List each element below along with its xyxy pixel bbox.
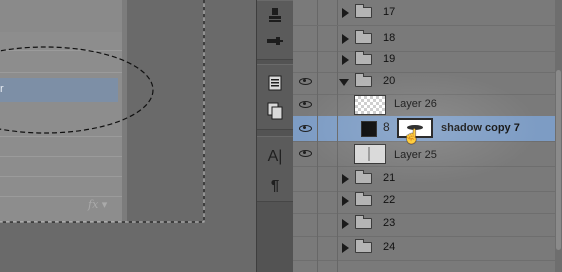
layer-name: 21 — [383, 172, 396, 184]
layer-group-row[interactable]: 23 — [293, 211, 555, 237]
layer-thumbnail — [361, 121, 377, 137]
visibility-toggle[interactable] — [293, 211, 318, 236]
visibility-toggle[interactable] — [293, 0, 318, 25]
layer-thumbnail — [354, 95, 386, 115]
tool-group-2 — [257, 64, 293, 130]
folder-icon — [355, 170, 372, 184]
layer-name: Layer 26 — [394, 98, 437, 110]
tool-group-1 — [257, 0, 293, 60]
layer-row-partial[interactable] — [293, 259, 555, 272]
layer-name: Layer 25 — [394, 149, 437, 161]
layer-group-row[interactable]: 24 — [293, 235, 555, 261]
layer-comps-icon[interactable] — [257, 71, 293, 95]
tool-group-3: A| ¶ — [257, 136, 293, 202]
paragraph-icon[interactable]: ¶ — [257, 173, 293, 197]
canvas-area[interactable]: r fx ▾ — [0, 0, 256, 272]
layer-row-selected[interactable]: 8 ☝ shadow copy 7 — [293, 116, 555, 144]
layer-row[interactable]: Layer 25 — [293, 141, 555, 167]
layer-color-cell — [318, 141, 338, 166]
visibility-toggle[interactable] — [293, 141, 318, 166]
layer-color-cell — [318, 235, 338, 260]
layer-name: 20 — [383, 75, 396, 87]
folder-icon — [355, 215, 372, 229]
visibility-toggle[interactable] — [293, 259, 318, 272]
layers-panel[interactable]: 17 18 19 20 Layer 26 8 ☝ shadow copy 7 L… — [293, 0, 562, 272]
visibility-toggle[interactable] — [293, 92, 318, 117]
layer-color-cell — [318, 211, 338, 236]
layer-row[interactable]: Layer 26 — [293, 92, 555, 118]
layer-name: 18 — [383, 32, 396, 44]
eye-icon — [298, 78, 312, 85]
layer-name: 24 — [383, 241, 396, 253]
rectangular-marquee — [0, 0, 205, 223]
expand-triangle-icon[interactable] — [342, 174, 349, 184]
layer-color-cell — [318, 0, 338, 25]
layer-color-cell — [318, 92, 338, 117]
layer-color-cell — [318, 116, 338, 141]
layer-name: shadow copy 7 — [441, 122, 520, 134]
link-icon[interactable]: 8 — [383, 120, 390, 134]
panel-icon-strip: A| ¶ — [256, 0, 294, 272]
layer-name: 17 — [383, 6, 396, 18]
visibility-toggle[interactable] — [293, 188, 318, 213]
folder-icon — [355, 51, 372, 65]
folder-icon — [355, 192, 372, 206]
layer-name: 23 — [383, 217, 396, 229]
character-icon[interactable]: A| — [257, 145, 293, 169]
layer-group-row[interactable]: 17 — [293, 0, 555, 26]
folder-icon — [355, 73, 372, 87]
selection-overlay — [0, 0, 205, 223]
eye-icon — [298, 125, 312, 132]
folder-icon — [355, 30, 372, 44]
expand-triangle-icon[interactable] — [342, 219, 349, 229]
visibility-toggle[interactable] — [293, 116, 318, 141]
brush-settings-icon[interactable] — [257, 29, 293, 53]
folder-icon — [355, 239, 372, 253]
stamp-tool-icon[interactable] — [257, 3, 293, 27]
visibility-toggle[interactable] — [293, 235, 318, 260]
eye-icon — [298, 150, 312, 157]
elliptical-marquee — [0, 46, 154, 134]
eye-icon — [298, 101, 312, 108]
layer-thumbnail — [354, 144, 386, 164]
visibility-toggle[interactable] — [293, 69, 318, 94]
expand-triangle-icon[interactable] — [342, 196, 349, 206]
folder-icon — [355, 4, 372, 18]
expand-triangle-icon[interactable] — [342, 8, 349, 18]
layer-color-cell — [318, 259, 338, 272]
expand-triangle-icon[interactable] — [342, 55, 349, 65]
layer-color-cell — [318, 188, 338, 213]
clone-source-icon[interactable] — [257, 99, 293, 123]
collapse-triangle-icon[interactable] — [339, 79, 349, 86]
layer-name: 22 — [383, 194, 396, 206]
expand-triangle-icon[interactable] — [342, 243, 349, 253]
layer-color-cell — [318, 69, 338, 94]
layer-name: 19 — [383, 53, 396, 65]
expand-triangle-icon[interactable] — [342, 34, 349, 44]
layers-scrollbar-thumb[interactable] — [556, 70, 561, 250]
